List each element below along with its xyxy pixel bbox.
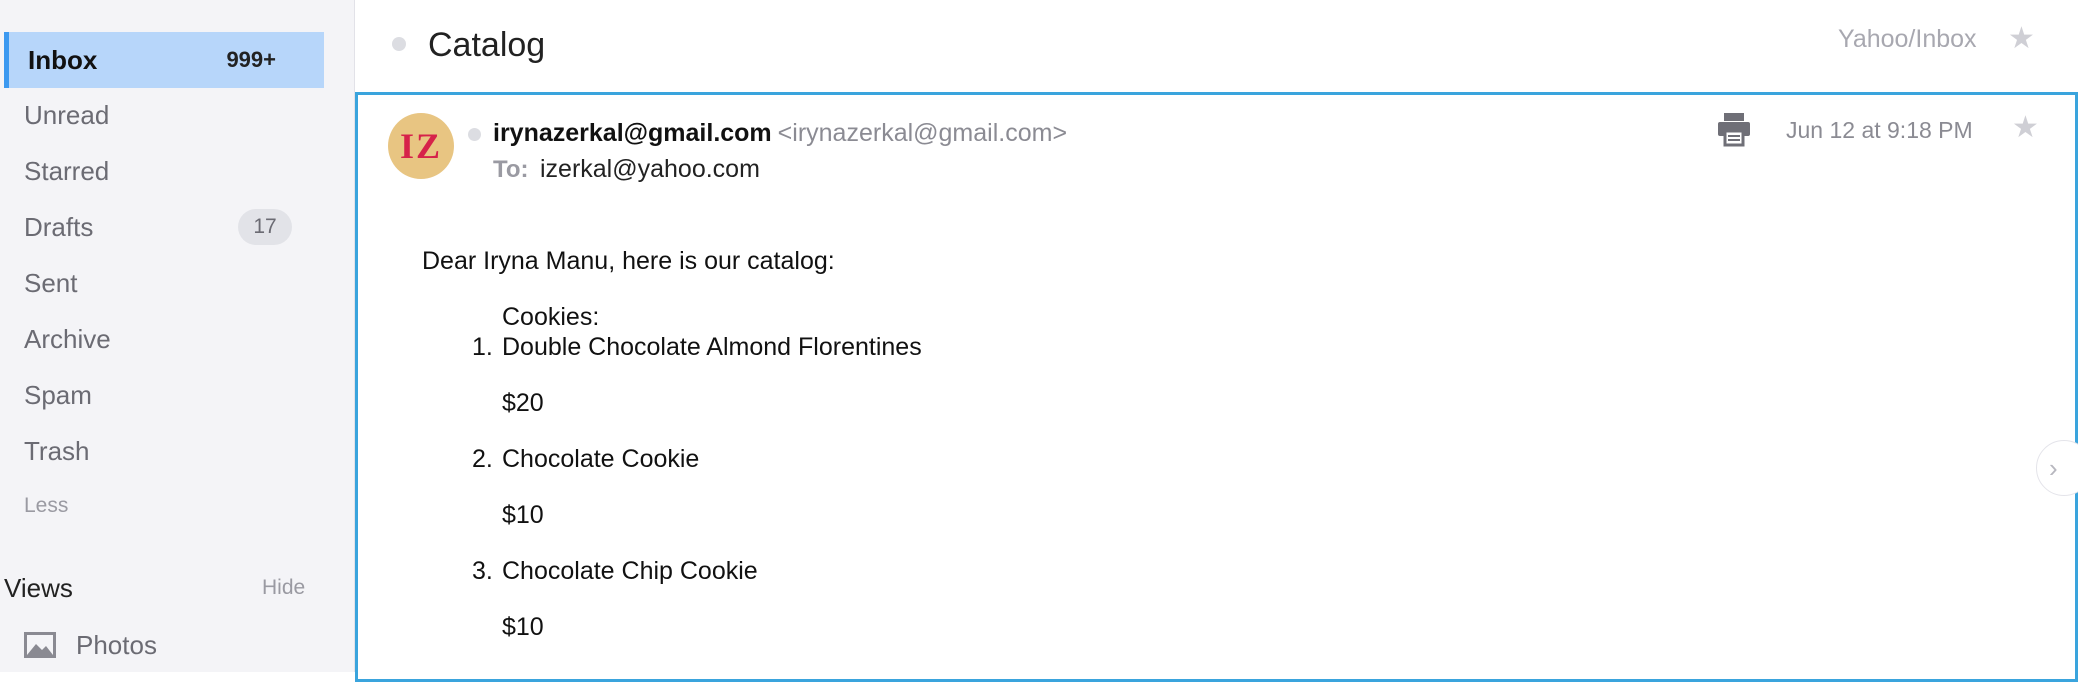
sidebar-item-label: Trash: [24, 435, 90, 466]
sidebar-item-label: Photos: [76, 629, 157, 660]
sidebar-item-spam[interactable]: Spam: [4, 367, 324, 423]
sidebar-item-label: Inbox: [28, 44, 98, 75]
print-icon[interactable]: [1716, 111, 1752, 147]
sidebar-item-starred[interactable]: Starred: [4, 143, 324, 199]
item-number: 2.: [472, 445, 493, 473]
message-header-bar: Catalog Yahoo/Inbox ★: [355, 0, 2078, 92]
less-link[interactable]: Less: [24, 494, 68, 518]
greeting-text: Dear Iryna Manu, here is our catalog:: [422, 247, 835, 275]
sender-line[interactable]: irynazerkal@gmail.com <irynazerkal@gmail.…: [493, 119, 1067, 148]
sidebar-item-sent[interactable]: Sent: [4, 255, 324, 311]
photos-icon: [24, 632, 56, 658]
recipient-email[interactable]: izerkal@yahoo.com: [540, 155, 760, 184]
item-price: $10: [502, 501, 544, 529]
to-label: To:: [493, 156, 529, 183]
sender-email: <irynazerkal@gmail.com>: [777, 119, 1068, 147]
item-price: $20: [502, 389, 544, 417]
views-heading: Views: [4, 573, 73, 603]
drafts-count-badge: 17: [238, 209, 292, 245]
sidebar-item-inbox[interactable]: Inbox 999+: [4, 32, 324, 88]
message-subject: Catalog: [428, 26, 546, 64]
sidebar-item-drafts[interactable]: Drafts 17: [4, 199, 324, 255]
avatar: IZ: [388, 113, 454, 179]
sender-name: irynazerkal@gmail.com: [493, 119, 772, 147]
chevron-right-icon: ›: [2049, 452, 2058, 483]
star-icon[interactable]: ★: [2008, 24, 2035, 54]
sidebar-item-label: Archive: [24, 323, 111, 354]
sender-status-dot: [468, 128, 481, 141]
sidebar-item-label: Spam: [24, 379, 92, 410]
item-number: 3.: [472, 557, 493, 585]
section-title: Cookies:: [502, 303, 600, 331]
folder-path[interactable]: Yahoo/Inbox: [1838, 25, 1977, 54]
message-star-icon[interactable]: ★: [2012, 113, 2039, 143]
item-name: Chocolate Cookie: [502, 445, 700, 473]
item-name: Chocolate Chip Cookie: [502, 557, 758, 585]
item-number: 1.: [472, 333, 493, 361]
sidebar-item-label: Sent: [24, 267, 78, 298]
sidebar-item-unread[interactable]: Unread: [4, 87, 324, 143]
sidebar: Inbox 999+ Unread Starred Drafts 17 Sent…: [0, 0, 355, 672]
sidebar-item-label: Starred: [24, 155, 110, 186]
item-price: $10: [502, 613, 544, 641]
sidebar-item-trash[interactable]: Trash: [4, 423, 324, 479]
sidebar-item-photos[interactable]: Photos: [24, 628, 157, 662]
inbox-count: 999+: [226, 47, 276, 72]
read-status-dot[interactable]: [392, 37, 406, 51]
sidebar-item-label: Unread: [24, 99, 110, 130]
item-name: Double Chocolate Almond Florentines: [502, 333, 922, 361]
message-card: IZ irynazerkal@gmail.com <irynazerkal@gma…: [355, 92, 2078, 682]
hide-views-link[interactable]: Hide: [262, 576, 305, 600]
sidebar-item-label: Drafts: [24, 211, 94, 242]
message-date: Jun 12 at 9:18 PM: [1786, 117, 1973, 143]
sidebar-item-archive[interactable]: Archive: [4, 311, 324, 367]
